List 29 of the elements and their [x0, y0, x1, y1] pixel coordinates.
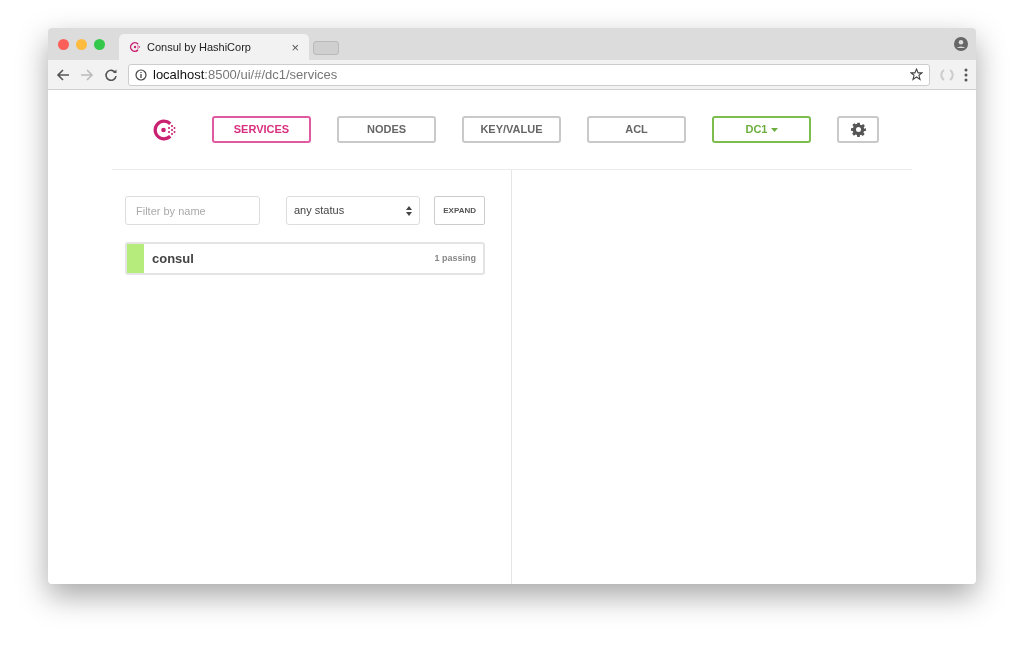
nav-tab[interactable]: KEY/VALUE	[462, 116, 561, 143]
service-row[interactable]: consul 1 passing	[125, 242, 485, 275]
status-select-value: any status	[294, 203, 345, 219]
tab-title: Consul by HashiCorp	[147, 39, 252, 55]
settings-button[interactable]	[837, 116, 879, 143]
url-text: localhost:8500/ui/#/dc1/services	[153, 65, 339, 84]
nav-tab[interactable]: ACL	[587, 116, 686, 143]
close-window-icon[interactable]	[58, 38, 69, 50]
filter-field[interactable]: Filter by name	[125, 196, 260, 225]
nav-tab[interactable]: SERVICES	[212, 116, 311, 143]
settings-icon	[850, 122, 866, 137]
status-select[interactable]: any status	[286, 196, 421, 225]
star-icon[interactable]	[910, 68, 923, 81]
menu-icon[interactable]	[964, 67, 968, 82]
tab-close-button[interactable]: ×	[291, 40, 299, 54]
profile-icon[interactable]	[954, 37, 968, 51]
browser-tab[interactable]: Consul by HashiCorp ×	[119, 34, 309, 60]
back-arrow-icon[interactable]	[56, 67, 70, 82]
expand-button[interactable]: EXPAND	[434, 196, 485, 225]
nav-tab[interactable]: NODES	[337, 116, 436, 143]
select-arrows-icon	[406, 205, 413, 216]
reload-icon[interactable]	[104, 67, 118, 82]
service-name: consul	[152, 249, 195, 268]
info-icon	[135, 68, 147, 81]
consul-logo-icon	[129, 41, 141, 53]
address-bar[interactable]: localhost:8500/ui/#/dc1/services	[128, 63, 930, 86]
service-status: 1 passing	[434, 251, 476, 265]
caret-icon	[770, 127, 778, 132]
consul-logo-icon[interactable]	[152, 117, 176, 142]
